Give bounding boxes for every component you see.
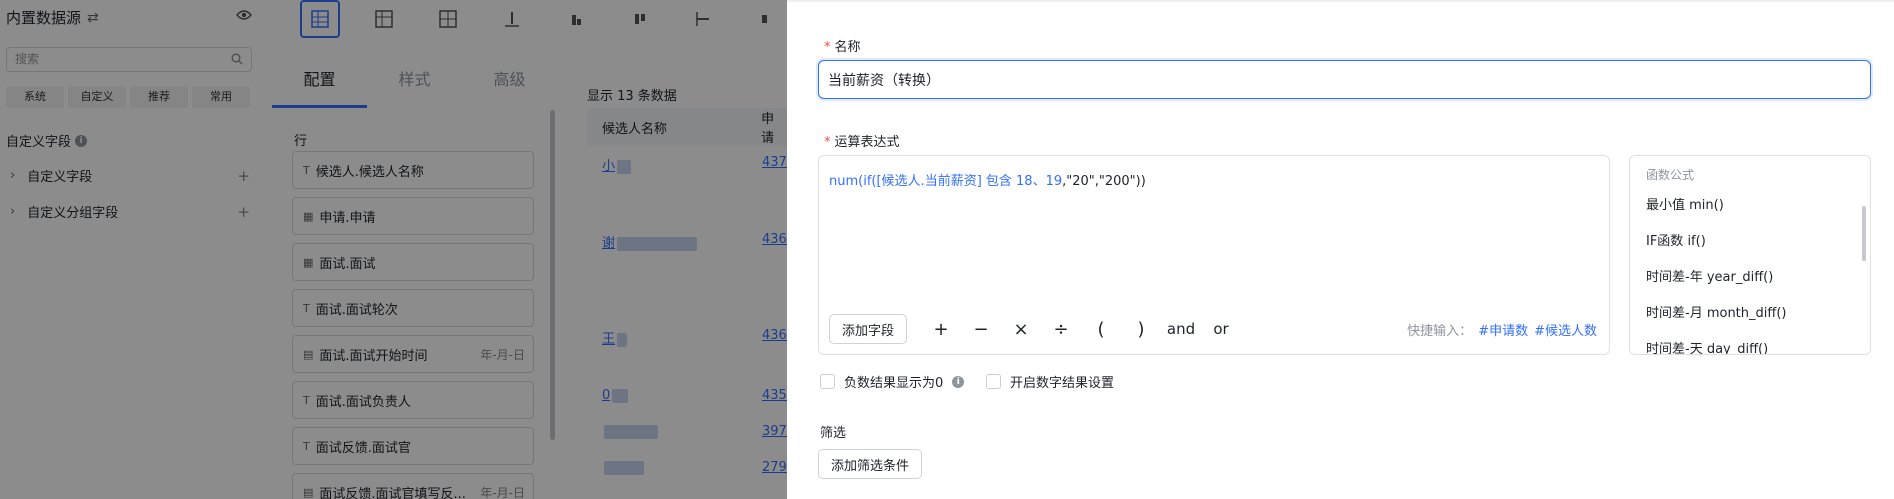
divider — [787, 0, 1894, 2]
expression-text[interactable]: num(if([候选人.当前薪资] 包含 18、19,"20","200")) — [829, 170, 1146, 189]
field-token[interactable]: [候选人.当前薪资] — [876, 174, 981, 189]
background-app: 内置数据源 ⇄ 搜索 系统 自定义 推荐 常用 自定义字段 i › 自定义字段 … — [0, 0, 787, 499]
plus-operator[interactable]: + — [921, 319, 961, 340]
or-operator[interactable]: or — [1201, 320, 1241, 338]
and-operator[interactable]: and — [1161, 320, 1201, 338]
number-result-option[interactable]: 开启数字结果设置 — [986, 372, 1114, 391]
filter-label: 筛选 — [820, 426, 847, 441]
calculated-field-drawer: *名称 *运算表达式 num(if([候选人.当前薪资] 包含 18、19,"2… — [787, 0, 1894, 499]
field-name-input[interactable] — [818, 60, 1871, 99]
expression-label: * 运算表达式 — [824, 135, 900, 150]
name-label: * 名称 — [824, 40, 861, 55]
function-item-day-diff[interactable]: 时间差-天 day_diff() — [1646, 338, 1768, 354]
right-paren-operator[interactable]: ) — [1121, 319, 1161, 340]
quick-input-label: 快捷输入： — [1407, 323, 1473, 339]
function-item-if[interactable]: IF函数 if() — [1646, 230, 1706, 249]
quick-link-application-count[interactable]: #申请数 — [1478, 324, 1528, 339]
quick-link-candidate-count[interactable]: #候选人数 — [1534, 324, 1597, 339]
left-paren-operator[interactable]: ( — [1081, 319, 1121, 340]
app-root: 内置数据源 ⇄ 搜索 系统 自定义 推荐 常用 自定义字段 i › 自定义字段 … — [0, 0, 1894, 499]
checkbox-label: 负数结果显示为0 — [844, 376, 944, 391]
function-item-year-diff[interactable]: 时间差-年 year_diff() — [1646, 266, 1773, 285]
expression-toolbar: 添加字段 + − × ÷ ( ) and or 快捷输入： #申请数 #候选人数 — [829, 314, 1597, 344]
function-list: 函数公式 最小值 min() IF函数 if() 时间差-年 year_diff… — [1629, 155, 1871, 355]
function-item-month-diff[interactable]: 时间差-月 month_diff() — [1646, 302, 1786, 321]
number-result-checkbox[interactable] — [986, 374, 1001, 389]
negative-as-zero-option[interactable]: 负数结果显示为0 i — [820, 372, 965, 391]
quick-input: 快捷输入： #申请数 #候选人数 — [1407, 320, 1597, 339]
required-mark: * — [824, 40, 831, 55]
operator-buttons: + − × ÷ ( ) and or — [921, 319, 1241, 340]
negative-as-zero-checkbox[interactable] — [820, 374, 835, 389]
multiply-operator[interactable]: × — [1001, 319, 1041, 340]
divide-operator[interactable]: ÷ — [1041, 319, 1081, 340]
info-icon[interactable]: i — [952, 375, 965, 388]
function-list-title: 函数公式 — [1646, 168, 1695, 182]
modal-overlay[interactable] — [0, 0, 787, 499]
add-filter-button[interactable]: 添加筛选条件 — [818, 449, 923, 479]
add-field-button[interactable]: 添加字段 — [829, 314, 908, 344]
function-list-scrollbar[interactable] — [1862, 206, 1866, 261]
checkbox-label: 开启数字结果设置 — [1010, 376, 1115, 391]
expression-editor[interactable]: num(if([候选人.当前薪资] 包含 18、19,"20","200")) … — [818, 155, 1610, 355]
minus-operator[interactable]: − — [961, 319, 1001, 340]
required-mark: * — [824, 135, 831, 150]
function-item-min[interactable]: 最小值 min() — [1646, 194, 1724, 213]
